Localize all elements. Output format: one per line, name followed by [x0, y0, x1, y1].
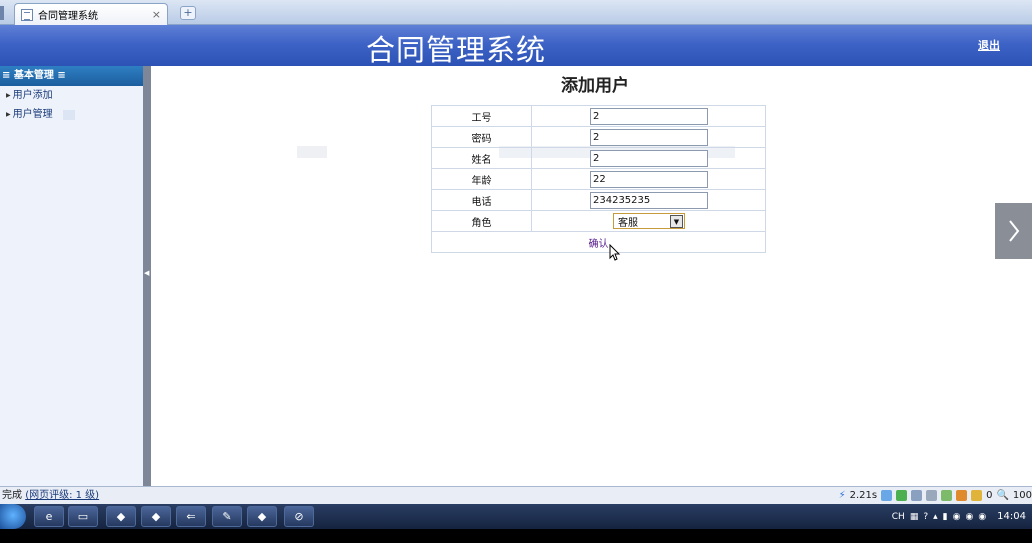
name-input[interactable] [590, 149, 708, 167]
system-tray: CH ▦ ? ▴ ▮ ◉ ◉ ◉ 14:04 [892, 504, 1032, 529]
settings-icon[interactable] [926, 490, 938, 501]
app-icon[interactable]: ⇐ [176, 506, 206, 527]
clock[interactable]: 14:04 [997, 511, 1026, 522]
form-row: 确认 [431, 231, 766, 253]
field-label: 密码 [431, 126, 532, 148]
form-row: 角色 客服 ▼ [431, 210, 766, 232]
app-icon[interactable]: ✎ [212, 506, 242, 527]
field-label: 电话 [431, 189, 532, 211]
lightning-icon: ⚡ [838, 490, 846, 501]
keyboard-icon[interactable]: ▦ [910, 512, 919, 522]
ie-icon[interactable]: e [34, 506, 64, 527]
form-row: 电话 [431, 189, 766, 211]
screen-border [0, 529, 1032, 543]
sidebar-splitter[interactable]: ◀ [143, 66, 151, 486]
role-select[interactable]: 客服 ▼ [613, 213, 685, 229]
zoom-icon[interactable]: 🔍 [996, 487, 1008, 504]
next-slide-button[interactable] [995, 203, 1032, 259]
chat-icon[interactable] [956, 490, 968, 501]
shield-icon[interactable] [971, 490, 983, 501]
tray-app-icon[interactable]: ◉ [953, 512, 961, 522]
app-icon[interactable]: ◆ [141, 506, 171, 527]
field-label: 角色 [431, 210, 532, 232]
app-icon[interactable]: ◆ [106, 506, 136, 527]
chevron-right-icon [1008, 220, 1019, 242]
tray-app-icon[interactable]: ◉ [978, 512, 986, 522]
compat-icon[interactable] [881, 490, 893, 501]
sidebar-item-manage-users[interactable]: ▶ 用户管理 [0, 105, 143, 124]
status-done: 完成 [2, 490, 22, 501]
age-input[interactable] [590, 170, 708, 188]
confirm-button[interactable]: 确认 [589, 239, 609, 250]
load-time: 2.21s [849, 490, 878, 501]
new-tab-button[interactable]: + [180, 6, 196, 20]
page-rating-link[interactable]: (网页评级: 1 级) [25, 490, 99, 501]
sidebar: ≡ 基本管理 ≡ ▶ 用户添加 ▶ 用户管理 [0, 66, 143, 486]
volume-icon[interactable] [911, 490, 923, 501]
explorer-icon[interactable]: ▭ [68, 506, 98, 527]
form-row: 工号 [431, 105, 766, 127]
browser-tab-strip: 合同管理系统 × + [0, 0, 1032, 25]
language-indicator[interactable]: CH [892, 512, 905, 522]
page-icon [21, 8, 33, 21]
os-taskbar: e ▭ ◆ ◆ ⇐ ✎ ◆ ⊘ CH ▦ ? ▴ ▮ ◉ ◉ ◉ 14:04 [0, 504, 1032, 529]
add-user-form: 工号 密码 姓名 年龄 电话 角色 客服 ▼ [431, 105, 766, 253]
status-icons: ⚡ 2.21s 0 🔍 100 [839, 487, 1032, 504]
screen-icon[interactable] [941, 490, 953, 501]
faded-artifact [297, 146, 327, 158]
logout-link[interactable]: 退出 [978, 37, 1000, 53]
form-row: 年龄 [431, 168, 766, 190]
app-icon[interactable]: ◆ [247, 506, 277, 527]
download-icon[interactable] [896, 490, 908, 501]
sidebar-section-title[interactable]: ≡ 基本管理 ≡ [0, 66, 143, 86]
browser-tab[interactable]: 合同管理系统 × [14, 3, 168, 25]
form-row: 密码 [431, 126, 766, 148]
close-icon[interactable]: × [152, 8, 161, 21]
app-title: 合同管理系统 [366, 33, 547, 67]
mouse-cursor-icon [609, 244, 621, 261]
faded-arrow-icon [62, 109, 75, 120]
network-icon[interactable]: ▮ [943, 512, 948, 522]
sidebar-item-label: 用户管理 [12, 109, 53, 120]
app-header: 合同管理系统 退出 [0, 25, 1032, 67]
main-content: 添加用户 工号 密码 姓名 年龄 电话 角色 客服 ▼ [151, 66, 1032, 486]
zoom-level[interactable]: 100 [1013, 487, 1032, 504]
status-bar: 完成 (网页评级: 1 级) ⚡ 2.21s 0 🔍 100 [0, 486, 1032, 504]
password-input[interactable] [590, 128, 708, 146]
help-icon[interactable]: ? [923, 512, 928, 522]
sidebar-item-label: 用户添加 [12, 90, 53, 101]
employee-id-input[interactable] [590, 107, 708, 125]
tray-app-icon[interactable]: ◉ [965, 512, 973, 522]
app-icon[interactable]: ⊘ [284, 506, 314, 527]
collapse-left-icon[interactable]: ◀ [144, 269, 149, 277]
tray-expand-icon[interactable]: ▴ [933, 512, 938, 522]
chevron-down-icon[interactable]: ▼ [670, 214, 683, 228]
field-label: 年龄 [431, 168, 532, 190]
phone-input[interactable] [590, 191, 708, 209]
sidebar-item-add-user[interactable]: ▶ 用户添加 [0, 86, 143, 105]
block-count: 0 [986, 490, 993, 501]
field-label: 工号 [431, 105, 532, 127]
form-row: 姓名 [431, 147, 766, 169]
field-label: 姓名 [431, 147, 532, 169]
status-text: 完成 (网页评级: 1 级) [2, 487, 99, 504]
role-select-value: 客服 [618, 217, 638, 229]
triangle-right-icon: ▶ [6, 111, 11, 118]
tab-title: 合同管理系统 [38, 11, 98, 22]
page-title: 添加用户 [561, 76, 629, 96]
triangle-right-icon: ▶ [6, 92, 11, 99]
start-button[interactable] [0, 504, 26, 529]
tab-strip-edge [0, 6, 4, 20]
